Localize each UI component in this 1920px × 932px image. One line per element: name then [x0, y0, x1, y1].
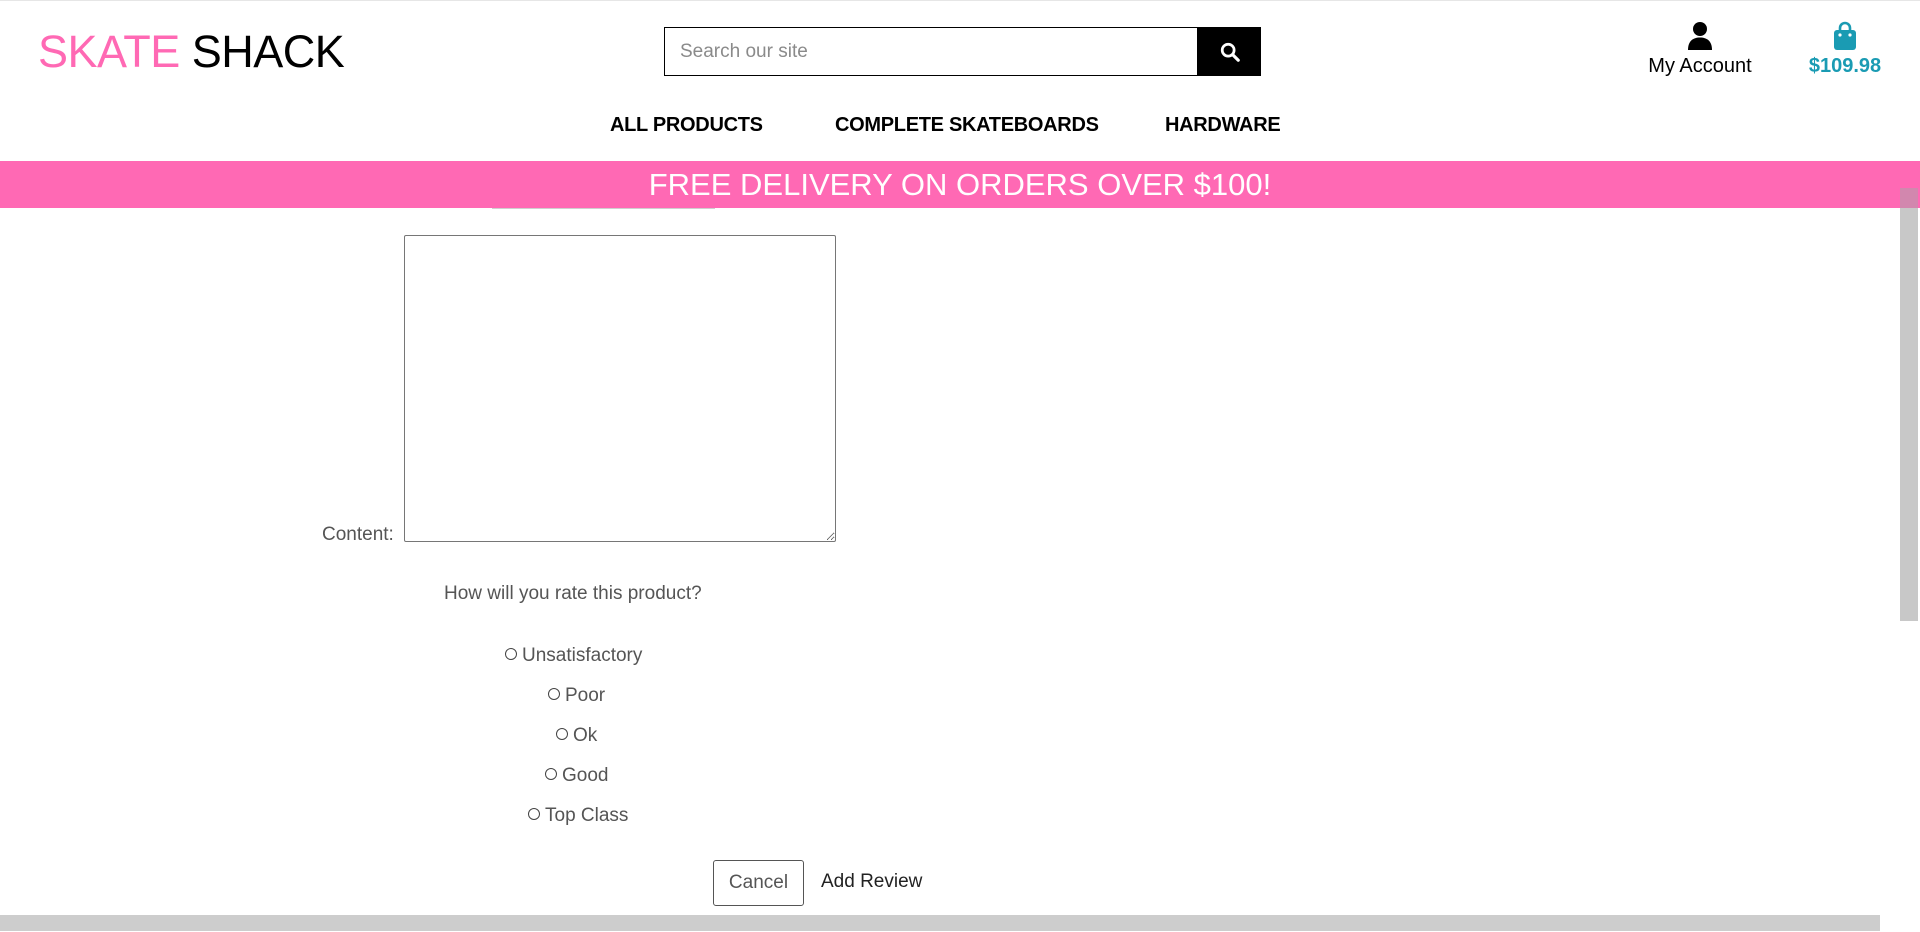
search-button[interactable] — [1198, 27, 1261, 76]
cancel-button[interactable]: Cancel — [713, 860, 804, 906]
logo-shack: SHACK — [191, 26, 345, 77]
rating-option-poor[interactable]: Poor — [548, 684, 605, 708]
logo-skate: SKATE — [38, 26, 180, 77]
radio-button[interactable] — [528, 807, 540, 820]
nav-all-products[interactable]: ALL PRODUCTS — [610, 114, 763, 137]
main-nav: ALL PRODUCTS COMPLETE SKATEBOARDS HARDWA… — [0, 114, 1920, 142]
rating-option-label: Top Class — [545, 805, 629, 826]
shopping-bag-link[interactable]: $109.98 — [1800, 21, 1890, 78]
site-logo[interactable]: SKATE SHACK — [38, 25, 345, 79]
search-input[interactable] — [664, 27, 1198, 76]
search-form — [664, 27, 1261, 76]
radio-button[interactable] — [545, 767, 557, 780]
nav-hardware[interactable]: HARDWARE — [1165, 114, 1281, 137]
divider — [492, 208, 715, 209]
rating-question: How will you rate this product? — [444, 583, 702, 604]
free-delivery-banner: FREE DELIVERY ON ORDERS OVER $100! — [0, 161, 1920, 208]
add-review-button[interactable]: Add Review — [821, 871, 922, 893]
page: SKATE SHACK My Account — [0, 0, 1920, 932]
rating-option-good[interactable]: Good — [545, 764, 608, 788]
search-icon — [1220, 42, 1240, 62]
my-account-link[interactable]: My Account — [1640, 21, 1760, 78]
shopping-bag-icon — [1834, 21, 1856, 50]
my-account-label: My Account — [1648, 55, 1752, 77]
horizontal-scrollbar[interactable] — [0, 915, 1880, 931]
radio-button[interactable] — [548, 687, 560, 700]
rating-option-label: Ok — [573, 725, 598, 746]
content-label: Content: — [322, 524, 394, 545]
radio-button[interactable] — [556, 727, 568, 740]
user-icon — [1688, 22, 1712, 50]
vertical-scrollbar-thumb[interactable] — [1900, 188, 1918, 208]
review-content-textarea[interactable] — [404, 235, 836, 542]
rating-option-ok[interactable]: Ok — [556, 724, 597, 748]
rating-option-label: Poor — [565, 685, 606, 706]
vertical-scrollbar[interactable] — [1900, 188, 1918, 621]
bag-total: $109.98 — [1808, 55, 1882, 77]
rating-option-label: Good — [562, 765, 609, 786]
radio-button[interactable] — [505, 647, 517, 660]
rating-option-top-class[interactable]: Top Class — [528, 804, 628, 828]
nav-complete-skateboards[interactable]: COMPLETE SKATEBOARDS — [835, 114, 1099, 137]
rating-option-label: Unsatisfactory — [522, 645, 643, 666]
rating-option-unsatisfactory[interactable]: Unsatisfactory — [505, 644, 642, 668]
